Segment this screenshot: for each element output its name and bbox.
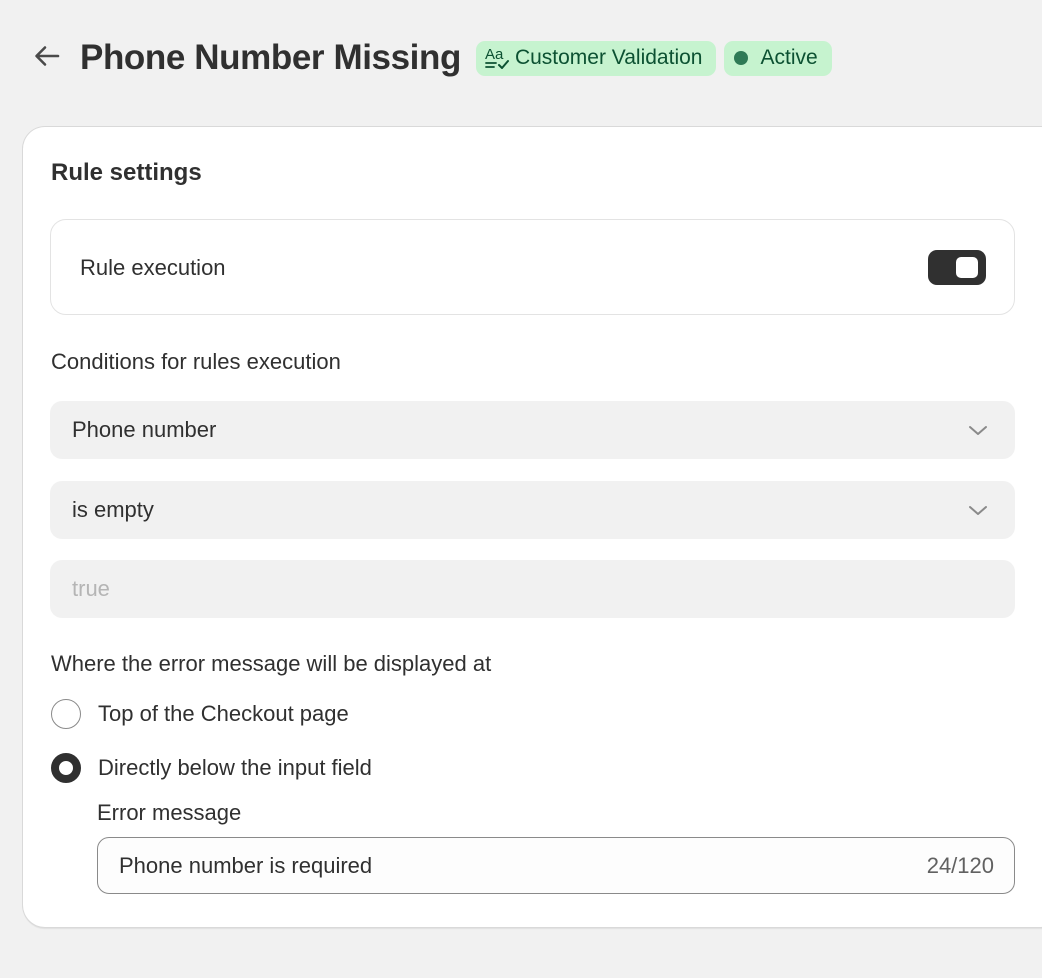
rule-execution-box: Rule execution	[50, 219, 1015, 315]
back-button[interactable]	[32, 40, 62, 76]
rule-execution-toggle[interactable]	[928, 250, 986, 285]
condition-field-select[interactable]: Phone number	[50, 401, 1015, 459]
chevron-down-icon	[967, 501, 989, 519]
rule-execution-label: Rule execution	[80, 255, 226, 280]
status-badge-label: Active	[760, 46, 818, 69]
radio-below-input-field[interactable]: Directly below the input field	[51, 753, 372, 783]
display-location-label: Where the error message will be displaye…	[51, 651, 492, 676]
rule-settings-card: Rule settings Rule execution Conditions …	[23, 127, 1042, 927]
arrow-left-icon	[33, 44, 61, 73]
character-counter: 24/120	[926, 853, 994, 878]
category-badge-label: Customer Validation	[514, 46, 703, 69]
radio-button[interactable]	[51, 753, 81, 783]
error-message-input[interactable]: Phone number is required 24/120	[97, 837, 1015, 894]
text-check-icon: Aa	[484, 44, 512, 72]
chevron-down-icon	[967, 421, 989, 439]
condition-field-value: Phone number	[72, 417, 217, 442]
radio-label: Directly below the input field	[98, 755, 372, 780]
page-header: Phone Number Missing Aa Customer Validat…	[32, 38, 840, 78]
svg-text:Aa: Aa	[485, 46, 504, 63]
status-badge: Active	[724, 40, 832, 76]
radio-top-of-checkout[interactable]: Top of the Checkout page	[51, 699, 349, 729]
radio-button[interactable]	[51, 699, 81, 729]
radio-label: Top of the Checkout page	[98, 701, 349, 726]
card-title: Rule settings	[51, 159, 202, 186]
condition-operator-select[interactable]: is empty	[50, 481, 1015, 539]
status-dot-icon	[734, 51, 749, 65]
conditions-label: Conditions for rules execution	[51, 349, 341, 374]
page-title: Phone Number Missing	[80, 38, 461, 77]
condition-value-input[interactable]: true	[50, 560, 1015, 618]
condition-operator-value: is empty	[72, 497, 154, 522]
error-message-value: Phone number is required	[119, 853, 373, 878]
error-message-label: Error message	[97, 800, 242, 825]
toggle-knob	[956, 257, 978, 278]
condition-value-placeholder: true	[72, 576, 110, 601]
category-badge: Aa Customer Validation	[475, 40, 717, 76]
